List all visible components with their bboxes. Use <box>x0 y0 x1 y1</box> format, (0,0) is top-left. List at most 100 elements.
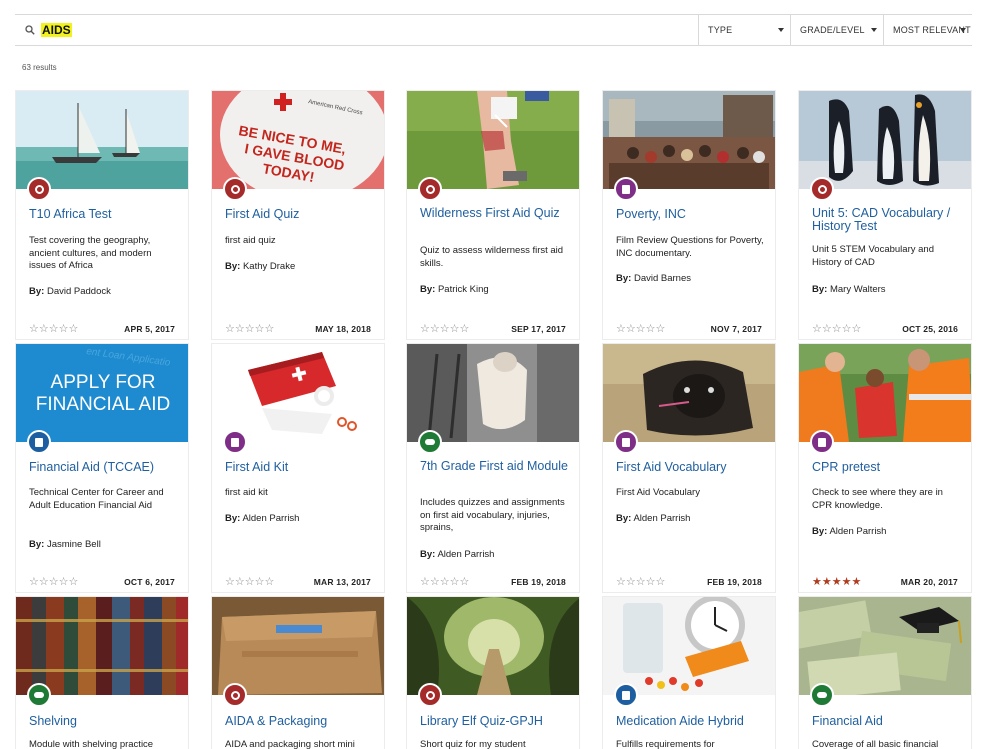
document-type-badge <box>223 430 247 454</box>
card-description: Short quiz for my student <box>420 739 526 749</box>
rating-stars[interactable]: ☆☆☆☆☆ <box>420 322 469 335</box>
author-label: By: <box>420 284 436 295</box>
card-title[interactable]: First Aid Kit <box>225 461 377 474</box>
grade-level-filter-dropdown[interactable]: GRADE/LEVEL <box>790 15 883 45</box>
quiz-type-badge <box>418 177 442 201</box>
card-description: Unit 5 STEM Vocabulary and History of CA… <box>812 244 934 268</box>
card-title[interactable]: Financial Aid <box>812 715 964 728</box>
card-description: Quiz to assess wilderness first aid skil… <box>420 245 564 269</box>
result-card[interactable]: First Aid Vocabulary First Aid Vocabular… <box>602 343 776 593</box>
result-card[interactable]: American Red Cross BE NICE TO ME, I GAVE… <box>211 90 385 340</box>
card-title[interactable]: First Aid Quiz <box>225 208 377 221</box>
rating-stars[interactable]: ☆☆☆☆☆ <box>29 575 78 588</box>
result-card[interactable]: 7th Grade First aid Module Includes quiz… <box>406 343 580 593</box>
card-title[interactable]: Poverty, INC <box>616 208 768 221</box>
filter-bar: TYPE GRADE/LEVEL MOST RELEVANT <box>698 15 972 45</box>
rating-stars[interactable]: ☆☆☆☆☆ <box>616 322 665 335</box>
card-thumbnail-bandaged-leg <box>407 91 579 189</box>
rating-stars[interactable]: ☆☆☆☆☆ <box>225 322 274 335</box>
card-thumbnail-bandaged-foot <box>407 344 579 442</box>
author-label: By: <box>616 273 632 284</box>
sort-dropdown[interactable]: MOST RELEVANT <box>883 15 972 45</box>
author-label: By: <box>812 284 828 295</box>
author-name: Alden Parrish <box>829 526 887 537</box>
result-card[interactable]: Medication Aide Hybrid Fulfills requirem… <box>602 596 776 749</box>
card-title[interactable]: Unit 5: CAD Vocabulary / History Test <box>812 207 964 233</box>
card-description: Test covering the geography, ancient cul… <box>29 235 152 271</box>
rating-stars[interactable]: ☆☆☆☆☆ <box>420 575 469 588</box>
card-title[interactable]: T10 Africa Test <box>29 208 181 221</box>
rating-stars[interactable]: ☆☆☆☆☆ <box>225 575 274 588</box>
chevron-down-icon <box>778 28 784 32</box>
result-card[interactable]: Shelving Module with shelving practice <box>15 596 189 749</box>
card-thumbnail-tree-tunnel <box>407 597 579 695</box>
card-date: MAR 20, 2017 <box>900 577 958 587</box>
author-label: By: <box>420 549 436 560</box>
card-title[interactable]: CPR pretest <box>812 461 964 474</box>
author-label: By: <box>225 261 241 272</box>
result-card[interactable]: Unit 5: CAD Vocabulary / History Test Un… <box>798 90 972 340</box>
quiz-type-badge <box>27 177 51 201</box>
chevron-down-icon <box>871 28 877 32</box>
result-card[interactable]: Poverty, INC Film Review Questions for P… <box>602 90 776 340</box>
card-description: Technical Center for Career and Adult Ed… <box>29 487 164 511</box>
result-card[interactable]: Library Elf Quiz-GPJH Short quiz for my … <box>406 596 580 749</box>
card-author: By: Jasmine Bell <box>29 539 101 550</box>
card-thumbnail-money <box>799 597 971 695</box>
author-name: Alden Parrish <box>633 513 691 524</box>
rating-stars[interactable]: ☆☆☆☆☆ <box>29 322 78 335</box>
author-label: By: <box>29 539 45 550</box>
author-name: Alden Parrish <box>242 513 300 524</box>
card-description: First Aid Vocabulary <box>616 487 700 498</box>
document-type-badge <box>614 177 638 201</box>
rating-stars[interactable]: ★★★★★ <box>812 575 861 588</box>
card-date: APR 5, 2017 <box>124 324 175 334</box>
result-card[interactable]: ent Loan Applicatio APPLY FOR FINANCIAL … <box>15 343 189 593</box>
card-title[interactable]: Shelving <box>29 715 181 728</box>
card-description: first aid quiz <box>225 235 276 246</box>
card-title[interactable]: Financial Aid (TCCAE) <box>29 461 181 474</box>
assignment-type-badge <box>614 683 638 707</box>
search-icon[interactable] <box>19 15 41 45</box>
card-title[interactable]: First Aid Vocabulary <box>616 461 768 474</box>
card-author: By: David Barnes <box>616 273 691 284</box>
card-description: first aid kit <box>225 487 268 498</box>
card-thumbnail-penguins <box>799 91 971 189</box>
document-type-badge <box>810 430 834 454</box>
card-title[interactable]: Medication Aide Hybrid <box>616 715 768 728</box>
type-filter-label: TYPE <box>708 25 733 35</box>
card-description: Coverage of all basic financial <box>812 739 939 749</box>
document-type-badge <box>614 430 638 454</box>
author-name: David Barnes <box>633 273 691 284</box>
card-thumbnail-cpr <box>799 344 971 442</box>
card-title[interactable]: 7th Grade First aid Module <box>420 460 572 473</box>
result-card[interactable]: AIDA & Packaging AIDA and packaging shor… <box>211 596 385 749</box>
card-thumbnail-blood-sticker: American Red Cross BE NICE TO ME, I GAVE… <box>212 91 384 189</box>
quiz-type-badge <box>223 177 247 201</box>
card-date: FEB 19, 2018 <box>707 577 762 587</box>
result-card[interactable]: T10 Africa Test Test covering the geogra… <box>15 90 189 340</box>
type-filter-dropdown[interactable]: TYPE <box>698 15 790 45</box>
assignment-type-badge <box>27 430 51 454</box>
card-date: SEP 17, 2017 <box>511 324 566 334</box>
author-label: By: <box>225 513 241 524</box>
result-card[interactable]: CPR pretest Check to see where they are … <box>798 343 972 593</box>
card-title[interactable]: Wilderness First Aid Quiz <box>420 207 572 220</box>
card-description: AIDA and packaging short mini <box>225 739 355 749</box>
study-type-badge <box>27 683 51 707</box>
author-name: Patrick King <box>437 284 489 295</box>
search-input[interactable]: AIDS <box>41 23 72 37</box>
result-card[interactable]: Wilderness First Aid Quiz Quiz to assess… <box>406 90 580 340</box>
rating-stars[interactable]: ☆☆☆☆☆ <box>616 575 665 588</box>
card-author: By: Kathy Drake <box>225 261 295 272</box>
author-name: Mary Walters <box>829 284 886 295</box>
result-card[interactable]: Financial Aid Coverage of all basic fina… <box>798 596 972 749</box>
result-card[interactable]: First Aid Kit first aid kit By: Alden Pa… <box>211 343 385 593</box>
card-title[interactable]: AIDA & Packaging <box>225 715 377 728</box>
card-thumbnail-books <box>16 597 188 695</box>
author-label: By: <box>616 513 632 524</box>
card-date: OCT 25, 2016 <box>902 324 958 334</box>
card-description: Module with shelving practice <box>29 739 154 749</box>
card-title[interactable]: Library Elf Quiz-GPJH <box>420 715 572 728</box>
rating-stars[interactable]: ☆☆☆☆☆ <box>812 322 861 335</box>
